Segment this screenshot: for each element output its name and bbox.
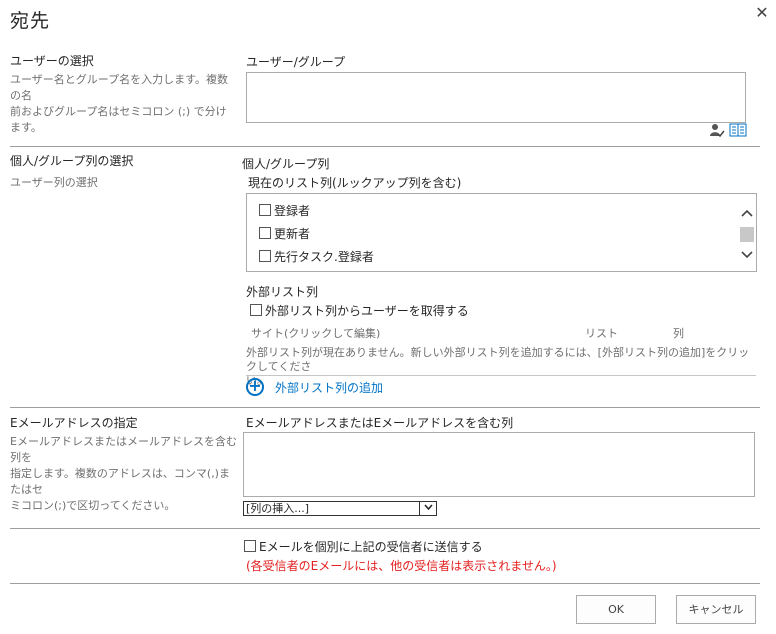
add-external-column-link[interactable]: + 外部リスト列の追加 <box>246 378 446 398</box>
checkbox[interactable] <box>259 227 271 239</box>
dialog-title: 宛先 <box>10 10 51 32</box>
section-divider <box>10 528 760 529</box>
send-individually-label: Eメールを個別に上記の受信者に送信する <box>259 540 483 554</box>
list-item-label: 更新者 <box>274 227 311 241</box>
email-section-title: Eメールアドレスの指定 <box>10 416 138 430</box>
email-desc-line1: Eメールアドレスまたはメールアドレスを含む列を <box>10 435 237 464</box>
external-column-checkbox-label: 外部リスト列からユーザーを取得する <box>265 304 469 318</box>
external-header-column: 列 <box>673 327 684 340</box>
external-divider <box>246 375 756 376</box>
address-book-icon[interactable] <box>729 122 747 138</box>
user-section-desc-line2: 前およびグループ名はセミコロン (;) で分けます。 <box>10 105 227 134</box>
section-divider <box>10 407 760 408</box>
external-header-site: サイト(クリックして編集) <box>251 327 381 340</box>
external-column-checkbox-row[interactable]: 外部リスト列からユーザーを取得する <box>250 302 469 319</box>
add-external-column-label[interactable]: 外部リスト列の追加 <box>275 379 383 396</box>
chevron-down-icon[interactable] <box>419 502 436 515</box>
current-list-columns-label: 現在のリスト列(ルックアップ列を含む) <box>248 176 462 190</box>
listbox-scrollbar[interactable] <box>739 194 755 271</box>
email-input[interactable] <box>243 432 755 497</box>
checkbox[interactable] <box>244 540 256 552</box>
user-section-desc: ユーザー名とグループ名を入力します。複数の名 前およびグループ名はセミコロン (… <box>10 72 235 136</box>
chevron-up-icon[interactable] <box>739 207 755 221</box>
checkbox[interactable] <box>250 304 262 316</box>
checkbox[interactable] <box>259 250 271 262</box>
check-names-icon[interactable] <box>709 122 725 138</box>
section-divider <box>10 146 760 147</box>
person-section-title: 個人/グループ列の選択 <box>10 154 134 168</box>
user-section-desc-line1: ユーザー名とグループ名を入力します。複数の名 <box>10 73 229 102</box>
send-individually-warning: (各受信者のEメールには、他の受信者は表示されません。) <box>246 559 557 573</box>
email-section-desc: Eメールアドレスまたはメールアドレスを含む列を 指定します。複数のアドレスは、コ… <box>10 434 240 514</box>
user-group-label: ユーザー/グループ <box>246 55 346 69</box>
email-field-label: EメールアドレスまたはEメールアドレスを含む列 <box>246 416 514 430</box>
chevron-down-icon[interactable] <box>739 249 755 263</box>
list-item-label: 登録者 <box>274 204 311 218</box>
add-circle-icon[interactable]: + <box>246 378 264 396</box>
insert-column-select[interactable]: [列の挿入...] <box>243 501 437 516</box>
insert-column-select-value: [列の挿入...] <box>246 502 310 515</box>
checkbox[interactable] <box>259 204 271 216</box>
external-empty-line1: 外部リスト列が現在ありません。新しい外部リスト列を追加するには、[外部リスト列の… <box>246 346 750 373</box>
user-section-title: ユーザーの選択 <box>10 54 94 68</box>
person-section-desc: ユーザー列の選択 <box>10 176 98 189</box>
email-desc-line2: 指定します。複数のアドレスは、コンマ(,)またはセ <box>10 467 230 496</box>
user-group-input[interactable] <box>246 72 746 123</box>
person-group-column-label: 個人/グループ列 <box>242 157 330 171</box>
scrollbar-thumb[interactable] <box>740 227 754 242</box>
email-desc-line3: ミコロン(;)で区切ってください。 <box>10 499 176 512</box>
cancel-button[interactable]: キャンセル <box>676 595 756 624</box>
external-header-list: リスト <box>585 327 618 340</box>
send-individually-checkbox-row[interactable]: Eメールを個別に上記の受信者に送信する <box>244 538 483 555</box>
close-icon[interactable]: ✕ <box>753 4 771 22</box>
list-item[interactable]: 更新者 <box>259 225 310 242</box>
external-list-column-label: 外部リスト列 <box>246 285 319 299</box>
list-item-label: 先行タスク.登録者 <box>274 250 374 264</box>
list-item[interactable]: 登録者 <box>259 202 310 219</box>
ok-button[interactable]: OK <box>576 595 656 624</box>
list-item[interactable]: 先行タスク.登録者 <box>259 248 374 265</box>
current-list-columns-listbox[interactable]: 登録者 更新者 先行タスク.登録者 <box>246 193 757 272</box>
section-divider <box>10 583 760 584</box>
